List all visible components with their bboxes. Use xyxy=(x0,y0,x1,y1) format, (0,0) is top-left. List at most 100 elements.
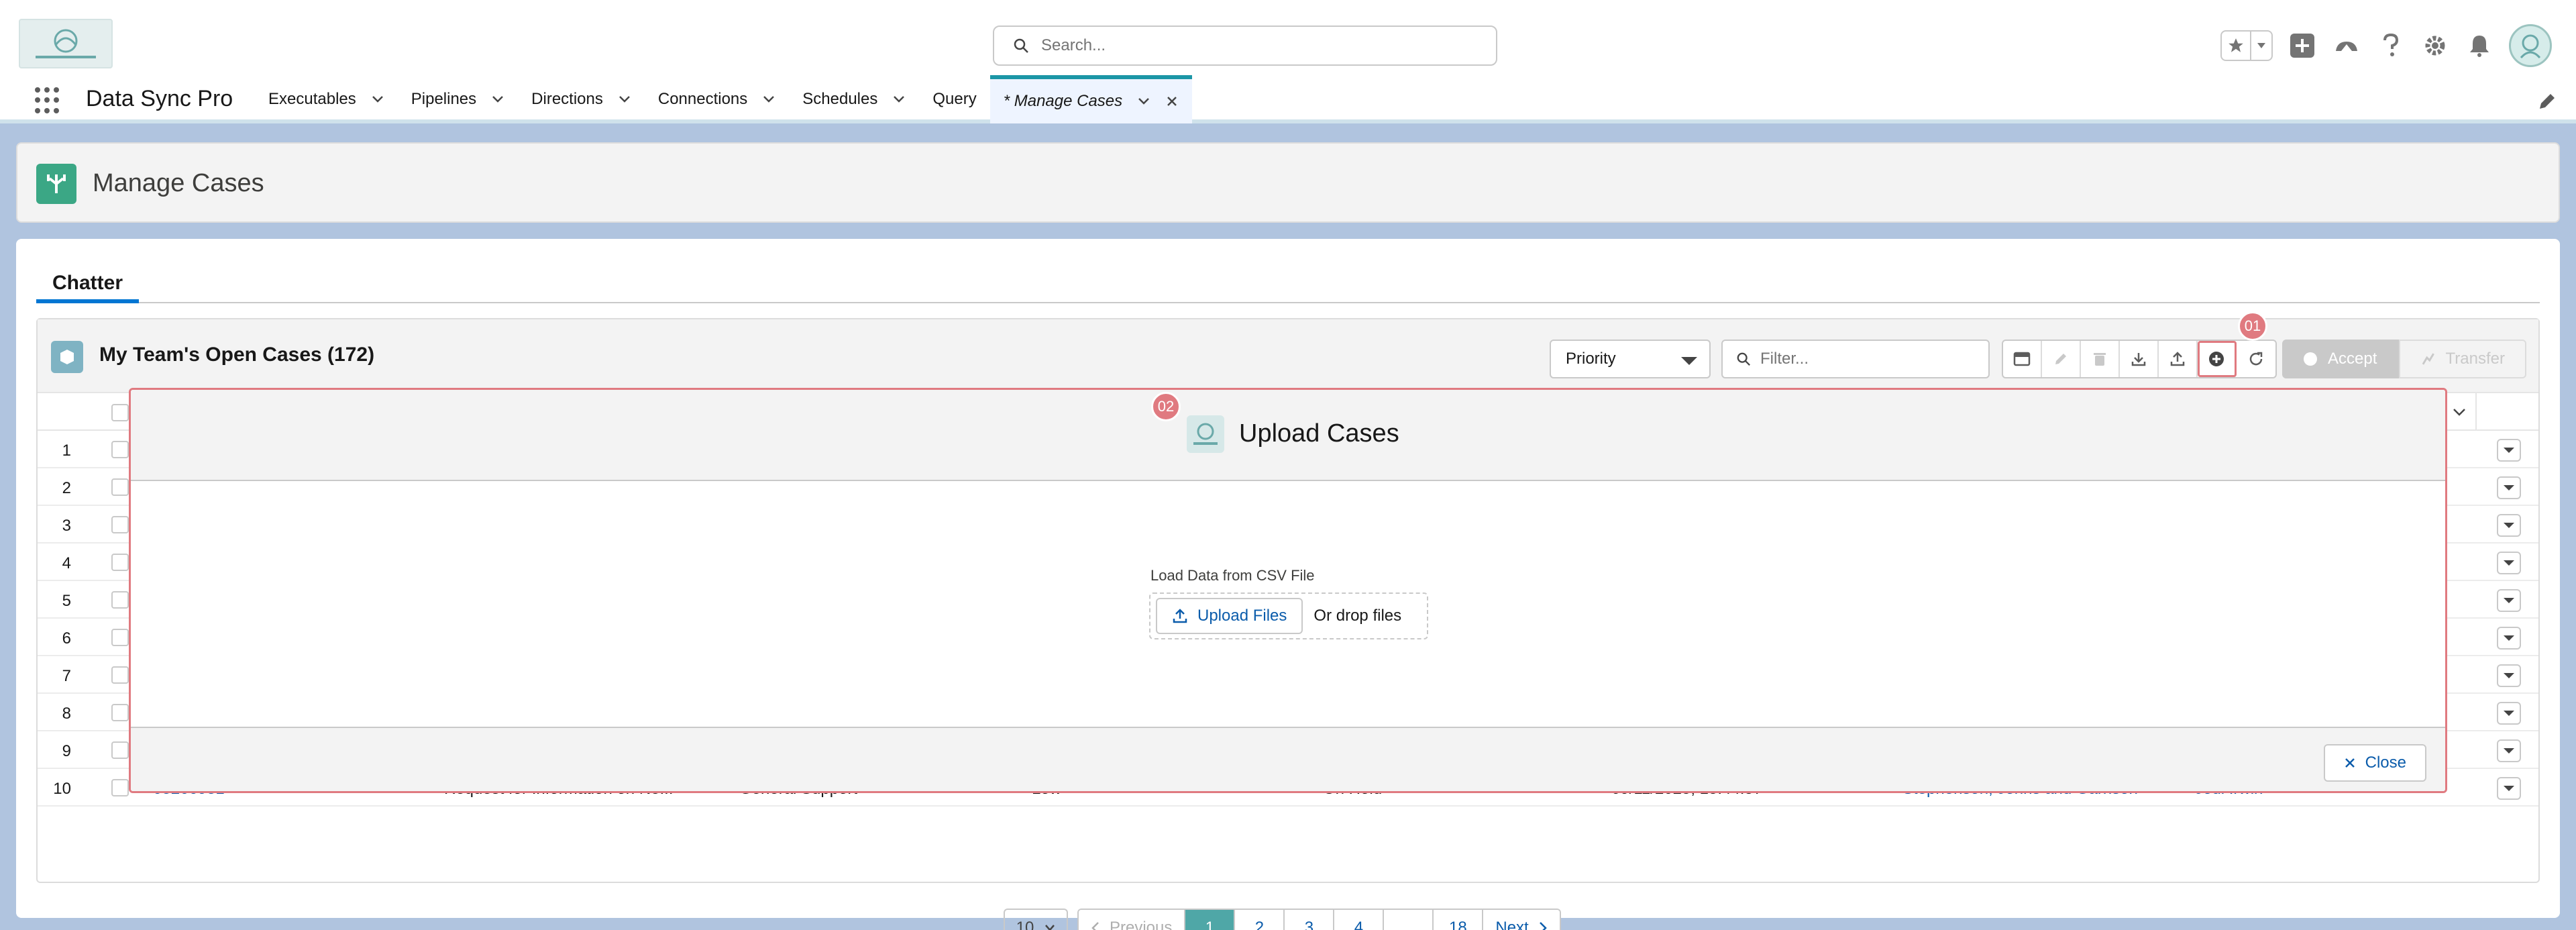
page-button-1[interactable]: 1 xyxy=(1185,910,1236,930)
row-checkbox[interactable] xyxy=(111,779,129,796)
row-checkbox[interactable] xyxy=(111,591,129,609)
row-actions-button[interactable] xyxy=(2497,627,2521,650)
chevron-down-icon[interactable] xyxy=(371,93,384,106)
refresh-icon xyxy=(2249,352,2263,366)
close-button[interactable]: Close xyxy=(2323,744,2426,782)
row-actions-button[interactable] xyxy=(2497,439,2521,462)
notifications-bell-icon[interactable] xyxy=(2465,31,2494,60)
page-button-3[interactable]: 3 xyxy=(1285,910,1335,930)
modal-title: Upload Cases xyxy=(1239,419,1399,448)
row-number: 8 xyxy=(62,705,71,723)
display-as-table-button[interactable] xyxy=(2003,341,2042,377)
close-icon xyxy=(2345,758,2355,768)
row-number: 10 xyxy=(53,780,71,798)
chevron-down-icon[interactable] xyxy=(618,93,631,106)
page-ellipsis: ... xyxy=(1384,910,1434,930)
upload-cases-modal: Upload Cases Load Data from CSV File Upl… xyxy=(129,388,2447,793)
close-tab-icon[interactable] xyxy=(1165,95,1179,108)
sort-select[interactable]: Priority xyxy=(1550,340,1711,378)
row-actions-button[interactable] xyxy=(2497,739,2521,762)
trailhead-icon[interactable] xyxy=(2332,31,2361,60)
row-checkbox[interactable] xyxy=(111,554,129,571)
favorites-dropdown-icon[interactable] xyxy=(2251,32,2271,60)
accept-button[interactable]: Accept xyxy=(2282,340,2399,378)
filter-input[interactable] xyxy=(1760,350,1975,368)
app-launcher-icon[interactable] xyxy=(35,87,62,114)
help-icon[interactable] xyxy=(2376,31,2406,60)
row-checkbox[interactable] xyxy=(111,516,129,533)
page-button-2[interactable]: 2 xyxy=(1235,910,1285,930)
nav-item-connections[interactable]: Connections xyxy=(645,75,789,123)
row-checkbox[interactable] xyxy=(111,441,129,458)
chevron-down-icon[interactable] xyxy=(491,93,504,106)
row-number: 9 xyxy=(62,742,71,760)
page-size-select[interactable]: 10 xyxy=(1004,909,1068,930)
chevron-down-icon[interactable] xyxy=(1137,95,1150,108)
row-checkbox[interactable] xyxy=(111,741,129,759)
row-checkbox[interactable] xyxy=(111,478,129,496)
row-actions-button[interactable] xyxy=(2497,514,2521,537)
transfer-label: Transfer xyxy=(2445,350,2505,368)
nav-item-schedules[interactable]: Schedules xyxy=(789,75,919,123)
add-circle-icon xyxy=(2209,352,2224,366)
nav-item-directions[interactable]: Directions xyxy=(518,75,645,123)
page-title: Manage Cases xyxy=(93,169,264,197)
favorites-group[interactable] xyxy=(2220,30,2273,61)
row-checkbox[interactable] xyxy=(111,704,129,721)
file-drop-zone[interactable]: Upload Files Or drop files xyxy=(1149,592,1428,639)
select-all-checkbox[interactable] xyxy=(111,404,129,421)
nav-tab-manage-cases[interactable]: * Manage Cases xyxy=(989,75,1193,123)
upload-button[interactable] xyxy=(2159,341,2198,377)
download-button[interactable] xyxy=(2120,341,2159,377)
modal-body: Load Data from CSV File Upload Files Or … xyxy=(131,481,2445,727)
transfer-button[interactable]: Transfer xyxy=(2399,340,2526,378)
previous-page-button[interactable]: Previous xyxy=(1079,910,1186,930)
refresh-button[interactable] xyxy=(2237,341,2275,377)
setup-gear-icon[interactable] xyxy=(2420,31,2450,60)
nav-tab-label: * Manage Cases xyxy=(1003,92,1123,110)
download-icon xyxy=(2131,353,2146,366)
page-button-4[interactable]: 4 xyxy=(1334,910,1385,930)
delete-button[interactable] xyxy=(2081,341,2120,377)
close-label: Close xyxy=(2365,754,2406,772)
tab-chatter[interactable]: Chatter xyxy=(36,267,140,303)
row-actions-button[interactable] xyxy=(2497,552,2521,574)
chevron-down-icon[interactable] xyxy=(892,93,906,106)
row-actions-button[interactable] xyxy=(2497,589,2521,612)
app-name: Data Sync Pro xyxy=(86,86,233,111)
edit-pencil-icon xyxy=(2055,354,2066,364)
chevron-down-icon[interactable] xyxy=(762,93,775,106)
nav-item-query[interactable]: Query xyxy=(919,75,989,123)
favorites-star-icon[interactable] xyxy=(2222,32,2251,60)
accept-transfer-group: Accept Transfer xyxy=(2282,340,2526,378)
trash-icon xyxy=(2094,353,2106,366)
page-size-value: 10 xyxy=(1016,919,1034,930)
chevron-down-icon xyxy=(1045,925,1055,930)
row-checkbox[interactable] xyxy=(111,629,129,646)
app-navigation-bar: Data Sync Pro Executables Pipelines Dire… xyxy=(0,75,2576,123)
upload-files-button[interactable]: Upload Files xyxy=(1156,598,1303,634)
next-page-button[interactable]: Next xyxy=(1483,910,1560,930)
row-checkbox[interactable] xyxy=(111,666,129,684)
global-search-input[interactable] xyxy=(1041,36,1470,55)
nav-item-label: Executables xyxy=(268,90,356,108)
add-cases-button[interactable] xyxy=(2198,341,2237,377)
nav-item-executables[interactable]: Executables xyxy=(255,75,398,123)
nav-item-pipelines[interactable]: Pipelines xyxy=(398,75,518,123)
user-avatar[interactable] xyxy=(2509,24,2552,67)
chevron-down-icon[interactable] xyxy=(2450,403,2469,421)
row-actions-button[interactable] xyxy=(2497,664,2521,687)
page-button-18[interactable]: 18 xyxy=(1434,910,1484,930)
row-actions-button[interactable] xyxy=(2497,777,2521,800)
edit-button[interactable] xyxy=(2042,341,2081,377)
edit-nav-pencil-icon[interactable] xyxy=(2537,91,2557,111)
global-add-icon[interactable] xyxy=(2288,31,2317,60)
global-search[interactable] xyxy=(993,25,1497,66)
upload-icon xyxy=(1173,609,1187,623)
step-marker-02: 02 xyxy=(1151,392,1181,421)
company-logo[interactable] xyxy=(19,19,113,68)
upload-files-label: Upload Files xyxy=(1197,607,1287,625)
filter-field[interactable] xyxy=(1721,340,1990,378)
row-actions-button[interactable] xyxy=(2497,702,2521,725)
row-actions-button[interactable] xyxy=(2497,476,2521,499)
